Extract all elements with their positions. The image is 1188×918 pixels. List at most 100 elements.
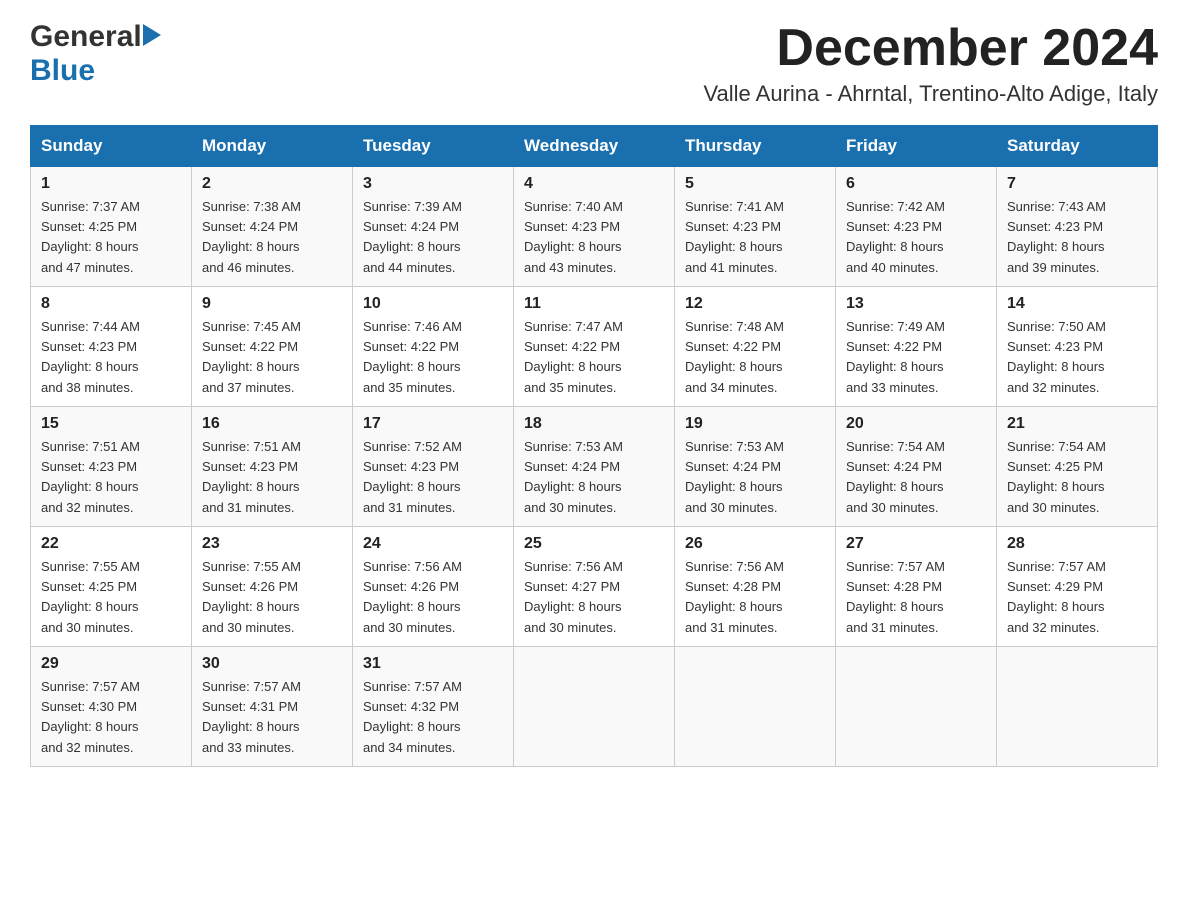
calendar-cell	[675, 647, 836, 767]
calendar-cell: 30 Sunrise: 7:57 AM Sunset: 4:31 PM Dayl…	[192, 647, 353, 767]
day-info: Sunrise: 7:57 AM Sunset: 4:32 PM Dayligh…	[363, 677, 503, 758]
day-of-week-friday: Friday	[836, 126, 997, 167]
day-info: Sunrise: 7:57 AM Sunset: 4:31 PM Dayligh…	[202, 677, 342, 758]
day-number: 16	[202, 415, 342, 433]
calendar-cell: 6 Sunrise: 7:42 AM Sunset: 4:23 PM Dayli…	[836, 167, 997, 287]
day-number: 14	[1007, 295, 1147, 313]
calendar-cell: 4 Sunrise: 7:40 AM Sunset: 4:23 PM Dayli…	[514, 167, 675, 287]
calendar-cell: 10 Sunrise: 7:46 AM Sunset: 4:22 PM Dayl…	[353, 287, 514, 407]
day-of-week-saturday: Saturday	[997, 126, 1158, 167]
day-info: Sunrise: 7:41 AM Sunset: 4:23 PM Dayligh…	[685, 197, 825, 278]
day-info: Sunrise: 7:55 AM Sunset: 4:26 PM Dayligh…	[202, 557, 342, 638]
day-number: 13	[846, 295, 986, 313]
day-of-week-monday: Monday	[192, 126, 353, 167]
logo-general-text: General	[30, 20, 142, 54]
day-number: 4	[524, 175, 664, 193]
day-info: Sunrise: 7:49 AM Sunset: 4:22 PM Dayligh…	[846, 317, 986, 398]
calendar-header-row: SundayMondayTuesdayWednesdayThursdayFrid…	[31, 126, 1158, 167]
logo: General Blue	[30, 20, 162, 88]
day-info: Sunrise: 7:45 AM Sunset: 4:22 PM Dayligh…	[202, 317, 342, 398]
calendar-cell: 20 Sunrise: 7:54 AM Sunset: 4:24 PM Dayl…	[836, 407, 997, 527]
calendar-cell: 17 Sunrise: 7:52 AM Sunset: 4:23 PM Dayl…	[353, 407, 514, 527]
day-info: Sunrise: 7:57 AM Sunset: 4:30 PM Dayligh…	[41, 677, 181, 758]
day-info: Sunrise: 7:40 AM Sunset: 4:23 PM Dayligh…	[524, 197, 664, 278]
logo-arrow-icon	[143, 24, 161, 51]
week-row-1: 1 Sunrise: 7:37 AM Sunset: 4:25 PM Dayli…	[31, 167, 1158, 287]
day-info: Sunrise: 7:53 AM Sunset: 4:24 PM Dayligh…	[524, 437, 664, 518]
day-info: Sunrise: 7:47 AM Sunset: 4:22 PM Dayligh…	[524, 317, 664, 398]
day-number: 27	[846, 535, 986, 553]
day-number: 19	[685, 415, 825, 433]
day-number: 6	[846, 175, 986, 193]
logo-blue-text: Blue	[30, 54, 95, 88]
day-number: 9	[202, 295, 342, 313]
day-info: Sunrise: 7:43 AM Sunset: 4:23 PM Dayligh…	[1007, 197, 1147, 278]
calendar-cell: 12 Sunrise: 7:48 AM Sunset: 4:22 PM Dayl…	[675, 287, 836, 407]
calendar-cell: 25 Sunrise: 7:56 AM Sunset: 4:27 PM Dayl…	[514, 527, 675, 647]
day-of-week-sunday: Sunday	[31, 126, 192, 167]
day-number: 11	[524, 295, 664, 313]
calendar-cell: 5 Sunrise: 7:41 AM Sunset: 4:23 PM Dayli…	[675, 167, 836, 287]
day-info: Sunrise: 7:48 AM Sunset: 4:22 PM Dayligh…	[685, 317, 825, 398]
day-number: 24	[363, 535, 503, 553]
day-number: 12	[685, 295, 825, 313]
calendar-cell: 9 Sunrise: 7:45 AM Sunset: 4:22 PM Dayli…	[192, 287, 353, 407]
day-info: Sunrise: 7:56 AM Sunset: 4:28 PM Dayligh…	[685, 557, 825, 638]
calendar-cell: 13 Sunrise: 7:49 AM Sunset: 4:22 PM Dayl…	[836, 287, 997, 407]
day-of-week-thursday: Thursday	[675, 126, 836, 167]
day-number: 15	[41, 415, 181, 433]
day-number: 10	[363, 295, 503, 313]
calendar-cell: 19 Sunrise: 7:53 AM Sunset: 4:24 PM Dayl…	[675, 407, 836, 527]
day-number: 21	[1007, 415, 1147, 433]
day-number: 3	[363, 175, 503, 193]
day-info: Sunrise: 7:53 AM Sunset: 4:24 PM Dayligh…	[685, 437, 825, 518]
calendar-table: SundayMondayTuesdayWednesdayThursdayFrid…	[30, 125, 1158, 767]
calendar-cell: 23 Sunrise: 7:55 AM Sunset: 4:26 PM Dayl…	[192, 527, 353, 647]
calendar-cell: 1 Sunrise: 7:37 AM Sunset: 4:25 PM Dayli…	[31, 167, 192, 287]
day-info: Sunrise: 7:44 AM Sunset: 4:23 PM Dayligh…	[41, 317, 181, 398]
day-number: 2	[202, 175, 342, 193]
calendar-cell	[514, 647, 675, 767]
day-info: Sunrise: 7:52 AM Sunset: 4:23 PM Dayligh…	[363, 437, 503, 518]
day-number: 30	[202, 655, 342, 673]
day-info: Sunrise: 7:50 AM Sunset: 4:23 PM Dayligh…	[1007, 317, 1147, 398]
day-number: 26	[685, 535, 825, 553]
day-number: 31	[363, 655, 503, 673]
calendar-cell: 16 Sunrise: 7:51 AM Sunset: 4:23 PM Dayl…	[192, 407, 353, 527]
calendar-cell: 18 Sunrise: 7:53 AM Sunset: 4:24 PM Dayl…	[514, 407, 675, 527]
week-row-5: 29 Sunrise: 7:57 AM Sunset: 4:30 PM Dayl…	[31, 647, 1158, 767]
day-number: 23	[202, 535, 342, 553]
day-number: 18	[524, 415, 664, 433]
day-of-week-tuesday: Tuesday	[353, 126, 514, 167]
calendar-cell: 15 Sunrise: 7:51 AM Sunset: 4:23 PM Dayl…	[31, 407, 192, 527]
month-title: December 2024	[703, 20, 1158, 77]
day-number: 20	[846, 415, 986, 433]
day-info: Sunrise: 7:51 AM Sunset: 4:23 PM Dayligh…	[41, 437, 181, 518]
day-info: Sunrise: 7:37 AM Sunset: 4:25 PM Dayligh…	[41, 197, 181, 278]
day-info: Sunrise: 7:54 AM Sunset: 4:25 PM Dayligh…	[1007, 437, 1147, 518]
calendar-cell: 3 Sunrise: 7:39 AM Sunset: 4:24 PM Dayli…	[353, 167, 514, 287]
day-number: 22	[41, 535, 181, 553]
day-info: Sunrise: 7:54 AM Sunset: 4:24 PM Dayligh…	[846, 437, 986, 518]
day-info: Sunrise: 7:56 AM Sunset: 4:26 PM Dayligh…	[363, 557, 503, 638]
day-info: Sunrise: 7:56 AM Sunset: 4:27 PM Dayligh…	[524, 557, 664, 638]
calendar-cell: 31 Sunrise: 7:57 AM Sunset: 4:32 PM Dayl…	[353, 647, 514, 767]
calendar-cell: 21 Sunrise: 7:54 AM Sunset: 4:25 PM Dayl…	[997, 407, 1158, 527]
day-number: 29	[41, 655, 181, 673]
day-info: Sunrise: 7:39 AM Sunset: 4:24 PM Dayligh…	[363, 197, 503, 278]
day-info: Sunrise: 7:42 AM Sunset: 4:23 PM Dayligh…	[846, 197, 986, 278]
day-of-week-wednesday: Wednesday	[514, 126, 675, 167]
calendar-cell: 27 Sunrise: 7:57 AM Sunset: 4:28 PM Dayl…	[836, 527, 997, 647]
day-info: Sunrise: 7:51 AM Sunset: 4:23 PM Dayligh…	[202, 437, 342, 518]
calendar-cell	[836, 647, 997, 767]
calendar-cell: 28 Sunrise: 7:57 AM Sunset: 4:29 PM Dayl…	[997, 527, 1158, 647]
calendar-cell: 14 Sunrise: 7:50 AM Sunset: 4:23 PM Dayl…	[997, 287, 1158, 407]
calendar-cell: 29 Sunrise: 7:57 AM Sunset: 4:30 PM Dayl…	[31, 647, 192, 767]
day-number: 7	[1007, 175, 1147, 193]
page-header: General Blue December 2024 Valle Aurina …	[30, 20, 1158, 107]
day-number: 25	[524, 535, 664, 553]
day-info: Sunrise: 7:46 AM Sunset: 4:22 PM Dayligh…	[363, 317, 503, 398]
week-row-4: 22 Sunrise: 7:55 AM Sunset: 4:25 PM Dayl…	[31, 527, 1158, 647]
title-area: December 2024 Valle Aurina - Ahrntal, Tr…	[703, 20, 1158, 107]
calendar-cell: 2 Sunrise: 7:38 AM Sunset: 4:24 PM Dayli…	[192, 167, 353, 287]
